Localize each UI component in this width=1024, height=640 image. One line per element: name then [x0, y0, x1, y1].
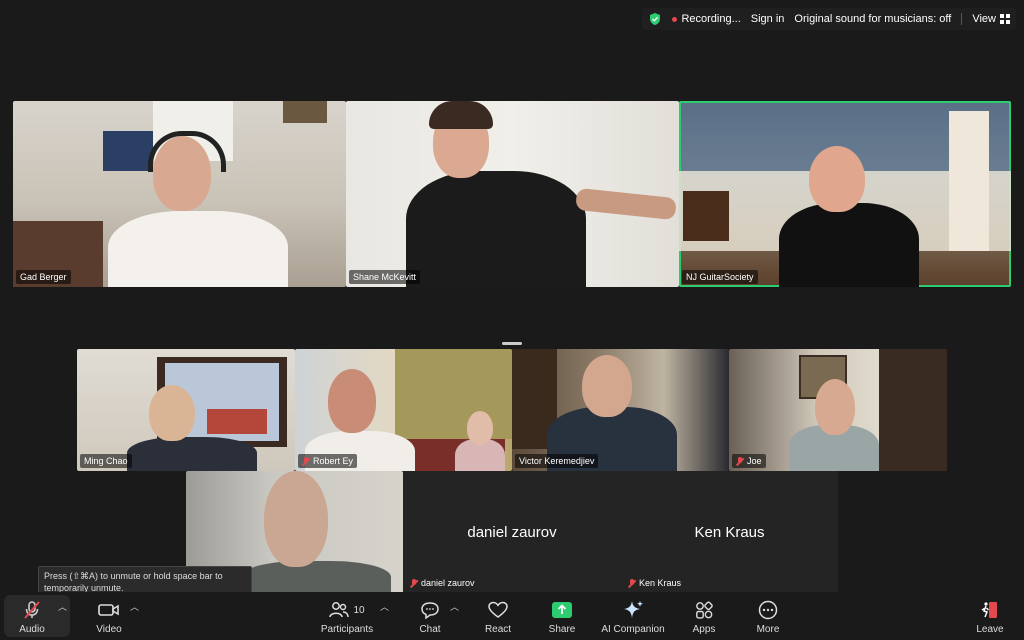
more-label: More [756, 624, 780, 635]
grid-view-icon [1000, 14, 1010, 24]
chat-button[interactable]: Chat [410, 592, 450, 640]
person-body [779, 203, 919, 287]
sparkle-icon [622, 599, 644, 621]
participant-name-tag: Ming Chao [80, 454, 132, 468]
participant-name-tag: Ken Kraus [624, 576, 685, 590]
bookshelf [683, 191, 729, 241]
share-screen-icon [551, 599, 573, 621]
video-off-tile-daniel-zaurov[interactable]: daniel zaurov daniel zaurov [403, 471, 621, 593]
view-label: View [972, 13, 996, 25]
person-head [149, 385, 195, 441]
wall [395, 349, 512, 439]
ai-companion-label: AI Companion [601, 624, 665, 635]
mic-muted-icon [410, 578, 418, 588]
mic-muted-icon [736, 456, 744, 466]
participant-name-tag: Victor Keremedjiev [515, 454, 599, 468]
leave-label: Leave [976, 624, 1004, 635]
video-off-tile-ken-kraus[interactable]: Ken Kraus Ken Kraus [621, 471, 838, 593]
chat-bubble-icon [420, 599, 440, 621]
person-head [582, 355, 632, 417]
person-head [328, 369, 376, 433]
bookshelf [879, 349, 947, 471]
picture-frame [283, 101, 327, 123]
monitor [103, 131, 153, 171]
person-arm [575, 187, 677, 221]
person-body [108, 211, 288, 287]
video-camera-icon [98, 599, 120, 621]
person-head [809, 146, 865, 212]
participant-name-tag: daniel zaurov [406, 576, 479, 590]
person-body [241, 561, 391, 593]
participants-icon: 10 [329, 599, 365, 621]
meeting-status-bar: Recording... Sign in Original sound for … [642, 8, 1016, 30]
video-tile-shane-mckevitt[interactable]: Shane McKevitt [346, 101, 679, 287]
person-head [264, 471, 328, 567]
video-tile-victor-keremedjiev[interactable]: Victor Keremedjiev [512, 349, 729, 471]
video-options-caret-icon[interactable]: ︿ [130, 600, 139, 613]
gallery-resize-handle[interactable] [502, 342, 522, 345]
divider [961, 13, 963, 25]
participant-name-tag: Gad Berger [16, 270, 71, 284]
mic-muted-icon [302, 456, 310, 466]
meeting-toolbar: Audio ︿ Video ︿ 10 Participants ︿ Chat ︿… [0, 592, 1024, 640]
view-button[interactable]: View [972, 13, 1010, 25]
original-sound-toggle[interactable]: Original sound for musicians: off [794, 13, 951, 25]
participants-button[interactable]: 10 Participants [316, 592, 378, 640]
ai-companion-button[interactable]: AI Companion [598, 592, 668, 640]
apps-label: Apps [692, 624, 716, 635]
door [949, 111, 989, 251]
video-tile-ming-chao[interactable]: Ming Chao [77, 349, 295, 471]
participant-name-tag: Robert Ey [298, 454, 358, 468]
sign-in-link[interactable]: Sign in [751, 13, 785, 25]
leave-button[interactable]: Leave [970, 592, 1010, 640]
video-label: Video [96, 624, 122, 635]
share-button[interactable]: Share [542, 592, 582, 640]
apps-grid-icon [695, 599, 713, 621]
participants-options-caret-icon[interactable]: ︿ [380, 600, 389, 613]
video-tile-nj-guitarsociety[interactable]: NJ GuitarSociety [679, 101, 1011, 287]
heart-icon [488, 599, 508, 621]
chat-label: Chat [419, 624, 441, 635]
person-body [406, 171, 586, 287]
participant-display-name: daniel zaurov [467, 524, 557, 541]
audio-options-caret-icon[interactable]: ︿ [58, 600, 67, 613]
tooltip-line: Press (⇧⌘A) to unmute or hold space bar … [44, 571, 223, 581]
more-dots-icon [758, 599, 778, 621]
person-hair [429, 101, 493, 129]
participant-display-name: Ken Kraus [694, 524, 765, 541]
mic-muted-icon [22, 599, 42, 621]
shield-check-icon[interactable] [648, 12, 662, 26]
person-head [815, 379, 855, 435]
more-button[interactable]: More [748, 592, 788, 640]
video-tile-gad-berger[interactable]: Gad Berger [13, 101, 346, 287]
video-tile-joe[interactable]: Joe [729, 349, 947, 471]
share-label: Share [548, 624, 576, 635]
recording-indicator[interactable]: Recording... [672, 13, 741, 25]
video-tile-robert-ey[interactable]: Robert Ey [295, 349, 512, 471]
participants-count: 10 [353, 604, 365, 616]
recording-label: Recording... [681, 13, 741, 25]
leave-door-icon [980, 599, 1000, 621]
apps-button[interactable]: Apps [684, 592, 724, 640]
participant-name-tag: Joe [732, 454, 766, 468]
person-head-2 [467, 411, 493, 445]
person-body [127, 437, 257, 471]
audio-label: Audio [19, 624, 45, 635]
video-button[interactable]: Video [86, 592, 132, 640]
react-label: React [484, 624, 512, 635]
react-button[interactable]: React [478, 592, 518, 640]
audio-button[interactable]: Audio [6, 592, 58, 640]
participant-name-tag: Shane McKevitt [349, 270, 421, 284]
mic-muted-icon [628, 578, 636, 588]
painting-building [207, 409, 267, 434]
participants-label: Participants [320, 624, 374, 635]
recording-dot-icon [672, 16, 678, 22]
chat-options-caret-icon[interactable]: ︿ [450, 600, 459, 613]
participant-name-tag: NJ GuitarSociety [682, 270, 758, 284]
